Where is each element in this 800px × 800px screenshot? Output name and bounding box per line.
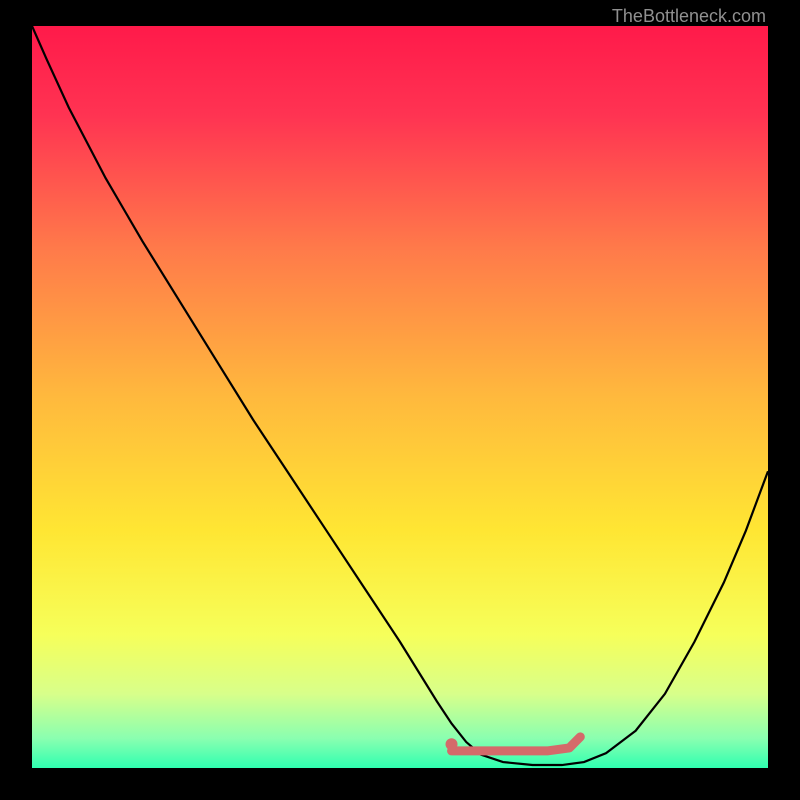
plot-area — [32, 26, 768, 768]
bottleneck-curve — [32, 26, 768, 765]
attribution-label: TheBottleneck.com — [612, 6, 766, 27]
chart-container: TheBottleneck.com — [0, 0, 800, 800]
highlight-segment — [452, 737, 581, 751]
curve-layer — [32, 26, 768, 768]
highlight-dot — [446, 738, 458, 750]
